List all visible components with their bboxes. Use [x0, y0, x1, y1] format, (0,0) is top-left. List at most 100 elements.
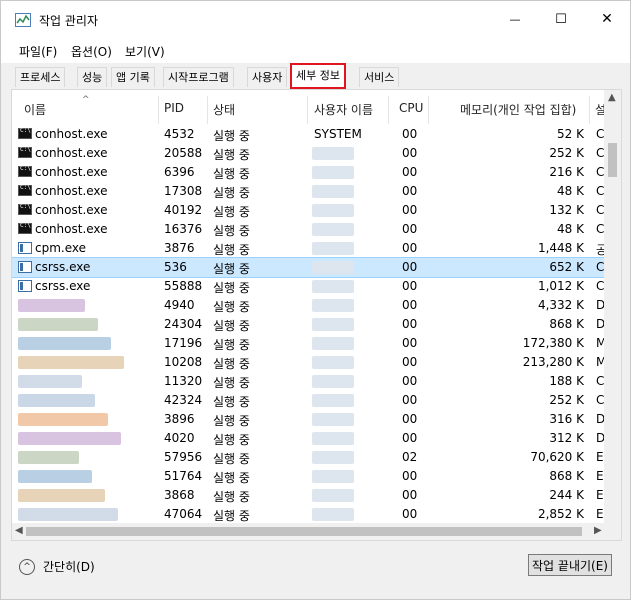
redacted-process-name — [18, 375, 82, 388]
tab-startup[interactable]: 시작프로그램 — [163, 67, 234, 87]
process-memory: 2,852 K — [537, 507, 584, 521]
close-icon: ✕ — [601, 11, 613, 27]
column-memory[interactable]: 메모리(개인 작업 집합) — [460, 101, 576, 118]
process-cpu: 00 — [402, 222, 418, 236]
table-row[interactable]: 4020 실행 중 00 312 KD — [12, 429, 606, 448]
fewer-details-link[interactable]: ^ 간단히(D) — [19, 558, 95, 575]
fewer-details-label: 간단히(D) — [43, 560, 95, 574]
process-status: 실행 중 — [213, 376, 250, 390]
column-divider[interactable] — [388, 96, 389, 124]
vertical-scrollbar[interactable]: ▲ — [604, 90, 621, 524]
column-pid[interactable]: PID — [164, 101, 184, 115]
process-pid: 10208 — [164, 355, 203, 369]
table-row[interactable]: conhost.exe6396실행 중00216 KC — [12, 163, 606, 182]
table-row[interactable]: conhost.exe16376실행 중0048 KC — [12, 220, 606, 239]
process-cpu: 00 — [402, 260, 418, 274]
menu-view[interactable]: 보기(V) — [125, 43, 165, 60]
tab-details[interactable]: 세부 정보 — [290, 63, 346, 89]
process-cpu: 00 — [402, 298, 418, 312]
table-row[interactable]: conhost.exe17308실행 중0048 KC — [12, 182, 606, 201]
column-cpu[interactable]: CPU — [399, 101, 423, 115]
column-username[interactable]: 사용자 이름 — [314, 101, 373, 118]
table-row[interactable]: cpm.exe 3876 실행 중 00 1,448 K공 — [12, 239, 607, 258]
process-name: conhost.exe — [35, 146, 108, 160]
application-icon — [18, 280, 32, 292]
process-memory: 48 K — [557, 184, 584, 198]
table-row[interactable]: 42324 실행 중 00 252 KC — [12, 391, 606, 410]
table-row[interactable]: 51764 실행 중 00 868 K E — [12, 467, 606, 486]
column-name[interactable]: 이름 — [24, 101, 46, 118]
redacted-username — [312, 375, 354, 388]
process-pid: 17308 — [164, 184, 203, 198]
title-bar: 작업 관리자 — ☐ ✕ — [1, 1, 630, 37]
scroll-left-icon[interactable]: ◀ — [15, 525, 23, 536]
table-row[interactable]: 47064 실행 중 00 2,852 K E — [12, 505, 606, 524]
tab-services[interactable]: 서비스 — [359, 67, 400, 87]
process-memory: 316 K — [549, 412, 584, 426]
table-row[interactable]: 24304 실행 중 00 868 KD — [12, 315, 606, 334]
process-memory: 4,332 K — [537, 298, 584, 312]
column-divider[interactable] — [307, 96, 308, 124]
table-row[interactable]: 10208 실행 중 00 213,280 KM — [12, 353, 606, 372]
vertical-scroll-thumb[interactable] — [608, 143, 617, 177]
redacted-process-name — [18, 432, 121, 445]
redacted-process-name — [18, 356, 124, 369]
process-status: 실행 중 — [213, 262, 250, 276]
column-header: 이름 PID 상태 사용자 이름 CPU 메모리(개인 작업 집합) 설 — [12, 96, 621, 124]
process-status: 실행 중 — [213, 205, 250, 219]
process-name: conhost.exe — [35, 203, 108, 217]
close-button[interactable]: ✕ — [584, 1, 630, 37]
process-memory: 252 K — [549, 393, 584, 407]
column-divider[interactable] — [589, 96, 590, 124]
footer-bar: ^ 간단히(D) 작업 끝내기(E) — [1, 541, 630, 599]
horizontal-scroll-thumb[interactable] — [26, 527, 582, 536]
redacted-username — [312, 166, 354, 179]
redacted-process-name — [18, 470, 92, 483]
redacted-username — [312, 451, 354, 464]
table-row[interactable]: 17196 실행 중 00 172,380 KM — [12, 334, 606, 353]
scroll-right-icon[interactable]: ▶ — [594, 525, 602, 536]
table-row[interactable]: 3868 실행 중 00 244 K E — [12, 486, 606, 505]
process-status: 실행 중 — [213, 300, 250, 314]
redacted-username — [312, 356, 354, 369]
redacted-username — [312, 299, 354, 312]
process-memory: 213,280 K — [522, 355, 584, 369]
menu-options[interactable]: 옵션(O) — [71, 43, 112, 60]
tab-processes[interactable]: 프로세스 — [15, 67, 66, 87]
redacted-process-name — [18, 451, 79, 464]
horizontal-scrollbar[interactable]: ◀ ▶ — [12, 523, 621, 540]
process-pid: 55888 — [164, 279, 203, 293]
tab-performance[interactable]: 성능 — [77, 67, 108, 87]
scroll-up-icon[interactable]: ▲ — [608, 92, 616, 103]
column-divider[interactable] — [207, 96, 208, 124]
redacted-username — [312, 508, 354, 521]
table-row[interactable]: conhost.exe4532실행 중SYSTEM0052 KC — [12, 125, 606, 144]
menu-file[interactable]: 파일(F) — [19, 43, 57, 60]
redacted-username — [312, 223, 354, 236]
process-status: 실행 중 — [213, 319, 250, 333]
process-cpu: 02 — [402, 450, 418, 464]
table-row[interactable]: 57956 실행 중 02 70,620 K E — [12, 448, 606, 467]
tab-app-history[interactable]: 앱 기록 — [111, 67, 155, 87]
column-divider[interactable] — [158, 96, 159, 124]
table-row[interactable]: csrss.exe 536 실행 중 00 652 KC — [12, 257, 607, 278]
column-divider[interactable] — [428, 96, 429, 124]
redacted-process-name — [18, 489, 105, 502]
table-row[interactable]: 11320 실행 중 00 188 KC — [12, 372, 606, 391]
maximize-button[interactable]: ☐ — [538, 1, 584, 37]
column-status[interactable]: 상태 — [213, 101, 235, 118]
table-row[interactable]: csrss.exe 55888 실행 중 00 1,012 KC — [12, 277, 606, 296]
table-row[interactable]: 4940 실행 중 00 4,332 KD — [12, 296, 606, 315]
tab-users[interactable]: 사용자 — [247, 67, 288, 87]
process-memory: 70,620 K — [530, 450, 584, 464]
redacted-username — [312, 337, 354, 350]
table-row[interactable]: conhost.exe20588실행 중00252 KC — [12, 144, 606, 163]
minimize-button[interactable]: — — [492, 1, 538, 37]
table-row[interactable]: 3896 실행 중 00 316 KD — [12, 410, 606, 429]
process-name: conhost.exe — [35, 165, 108, 179]
process-cpu: 00 — [402, 203, 418, 217]
table-row[interactable]: conhost.exe40192실행 중00132 KC — [12, 201, 606, 220]
end-task-button[interactable]: 작업 끝내기(E) — [528, 554, 612, 576]
process-status: 실행 중 — [213, 186, 250, 200]
process-cpu: 00 — [402, 146, 418, 160]
